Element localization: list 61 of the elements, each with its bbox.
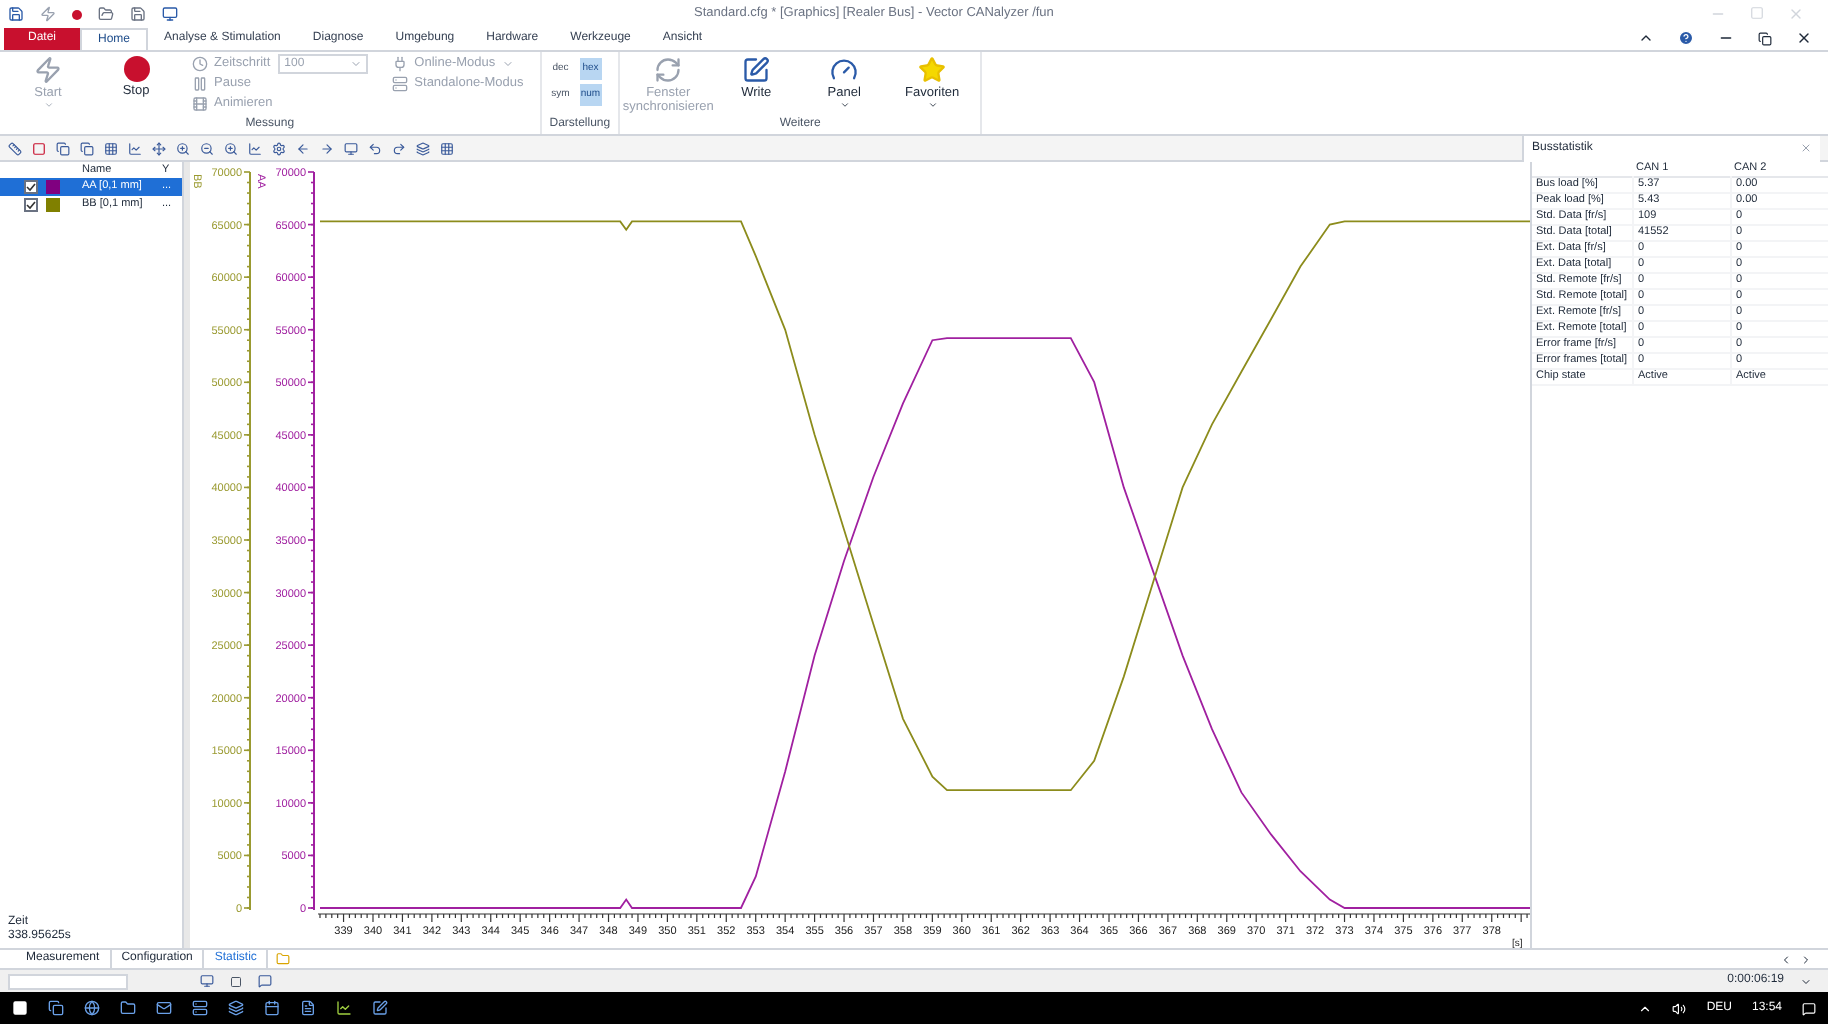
note-icon[interactable] xyxy=(372,1000,388,1016)
message-icon[interactable] xyxy=(258,974,272,988)
zoom-in-icon[interactable] xyxy=(176,141,190,155)
record-icon[interactable] xyxy=(72,9,82,19)
document-icon[interactable] xyxy=(300,1000,316,1016)
arrow-right-icon[interactable] xyxy=(320,141,334,155)
stop-square-icon[interactable] xyxy=(32,141,46,155)
zoom-out-icon[interactable] xyxy=(200,141,214,155)
lightning-icon xyxy=(34,56,62,84)
grid-icon[interactable] xyxy=(104,141,118,155)
copy-icon[interactable] xyxy=(80,141,94,155)
monitor-icon[interactable] xyxy=(344,141,358,155)
browser-icon[interactable] xyxy=(84,1000,100,1016)
move-icon[interactable] xyxy=(152,141,166,155)
star-icon xyxy=(918,56,947,84)
speaker-icon[interactable] xyxy=(1672,1001,1687,1015)
copy-icon[interactable] xyxy=(56,141,70,155)
monitor-icon[interactable] xyxy=(200,974,214,988)
collapse-icon[interactable] xyxy=(1638,30,1654,46)
folder-icon[interactable] xyxy=(98,6,114,22)
save-icon[interactable] xyxy=(8,6,24,22)
caret-icon[interactable] xyxy=(1800,975,1812,987)
chart-icon[interactable] xyxy=(248,141,262,155)
clock-icon xyxy=(192,56,208,72)
film-icon xyxy=(192,96,208,112)
mail-icon[interactable] xyxy=(156,1000,172,1016)
notification-icon[interactable] xyxy=(1802,1001,1816,1015)
folder-icon[interactable] xyxy=(120,1000,136,1016)
undo-icon[interactable] xyxy=(368,141,382,155)
calendar-icon[interactable] xyxy=(264,1000,280,1016)
monitor-icon[interactable] xyxy=(162,6,178,22)
status-field[interactable] xyxy=(8,973,128,989)
grid-icon[interactable] xyxy=(440,141,454,155)
chart-icon[interactable] xyxy=(128,141,142,155)
pause-icon xyxy=(192,76,208,92)
sync-icon xyxy=(654,56,683,84)
redo-icon[interactable] xyxy=(392,141,406,155)
gauge-icon xyxy=(830,56,859,84)
lightning-icon[interactable] xyxy=(40,6,56,22)
signal-checkbox[interactable] xyxy=(24,180,38,194)
layers-icon[interactable] xyxy=(416,141,430,155)
pen-icon xyxy=(742,56,771,84)
layers-icon[interactable] xyxy=(228,1000,244,1016)
square-icon[interactable] xyxy=(230,975,242,987)
chart-icon[interactable] xyxy=(336,1000,352,1016)
plug-icon xyxy=(392,56,409,72)
help-icon[interactable] xyxy=(1678,30,1694,46)
dropdown-icon xyxy=(350,58,363,70)
signal-checkbox[interactable] xyxy=(24,198,38,212)
server-icon[interactable] xyxy=(192,1000,208,1016)
scroll-left-icon[interactable] xyxy=(1780,953,1792,965)
ruler-icon[interactable] xyxy=(8,141,22,155)
save-icon[interactable] xyxy=(130,6,146,22)
settings-icon[interactable] xyxy=(272,141,286,155)
server-icon xyxy=(392,76,409,92)
stop-icon xyxy=(123,56,149,82)
restore-icon[interactable] xyxy=(1758,31,1772,45)
zoom-in-icon[interactable] xyxy=(224,141,238,155)
arrow-left-icon[interactable] xyxy=(296,141,310,155)
scroll-right-icon[interactable] xyxy=(1800,953,1812,965)
close-icon[interactable] xyxy=(1796,30,1812,46)
